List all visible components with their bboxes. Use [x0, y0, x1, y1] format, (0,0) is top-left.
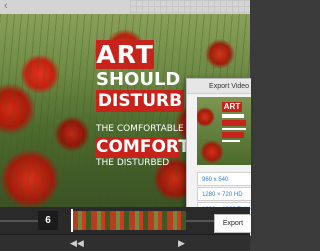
- export-button[interactable]: Export: [214, 214, 251, 233]
- preview-line: [222, 128, 246, 130]
- toolbar-grid-pattern: [130, 0, 250, 14]
- quote-word-art: ART: [96, 40, 154, 69]
- preview-red-block: [222, 120, 246, 126]
- export-option-720[interactable]: 1280 × 720 HD: [197, 187, 251, 201]
- preview-line: [222, 140, 240, 142]
- timeline-bar: 6: [0, 207, 250, 234]
- quote-word-comfort: COMFORT: [96, 137, 190, 157]
- quote-word-should: SHOULD: [96, 69, 181, 90]
- frame-strip[interactable]: [72, 211, 186, 230]
- timeline-track: [0, 220, 38, 222]
- frame-count-badge[interactable]: 6: [38, 211, 58, 230]
- chevron-left-icon[interactable]: ‹: [4, 1, 16, 12]
- preview-red-block: [222, 132, 244, 138]
- export-preview-thumbnail: ART: [197, 97, 251, 165]
- quote-word-disturb: DISTURB: [96, 90, 184, 112]
- play-icon[interactable]: ▶: [178, 237, 185, 249]
- dialog-title: Export Video: [187, 79, 251, 94]
- quote-line-comfortable: THE COMFORTABLE &: [96, 124, 194, 134]
- export-option-540[interactable]: 960 x 540: [197, 172, 251, 186]
- preview-line: [222, 114, 244, 118]
- playhead[interactable]: [71, 209, 73, 232]
- top-toolbar: ‹: [0, 0, 250, 14]
- quote-line-disturbed: THE DISTURBED: [96, 158, 170, 168]
- rewind-icon[interactable]: ◀◀: [70, 237, 84, 249]
- preview-art-word: ART: [222, 102, 242, 112]
- transport-bar: ◀◀ ▶: [0, 234, 250, 251]
